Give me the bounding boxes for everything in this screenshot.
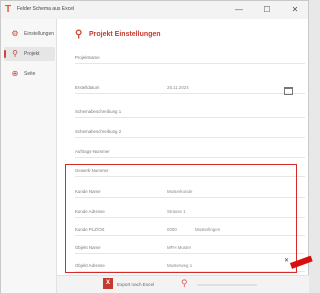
sidebar-item-label: Seite bbox=[24, 71, 36, 77]
settings-icon: ⚙ bbox=[11, 29, 19, 38]
active-indicator bbox=[4, 50, 6, 58]
excel-icon: X bbox=[103, 278, 113, 289]
title-bar[interactable]: T Felder Schema aus Excel — ☐ ✕ bbox=[1, 1, 308, 19]
export-label: Export nach Excel bbox=[117, 282, 155, 287]
progress-bar bbox=[197, 284, 257, 286]
field-label: Schemabeschreibung 2 bbox=[75, 129, 122, 134]
sidebar-item-label: Einstellungen bbox=[24, 31, 55, 37]
field-auftrags-nummer[interactable]: Auftrags-Nummer bbox=[75, 145, 305, 159]
page-title: Projekt Einstellungen bbox=[89, 31, 161, 38]
calendar-icon[interactable] bbox=[284, 87, 293, 95]
date-value[interactable]: 25.11.2024 bbox=[167, 85, 189, 90]
export-excel-button[interactable]: X Export nach Excel bbox=[103, 277, 165, 291]
field-label: Projektname bbox=[75, 55, 100, 60]
field-label: Schemabeschreibung 1 bbox=[75, 109, 122, 114]
clear-icon[interactable]: ✕ bbox=[284, 257, 289, 264]
field-label: Erstelldatum bbox=[75, 85, 100, 90]
add-page-icon: ⊕ bbox=[11, 69, 19, 78]
close-button[interactable]: ✕ bbox=[283, 1, 307, 19]
sidebar-item-label: Projekt bbox=[24, 51, 40, 57]
field-schemabeschreibung-2[interactable]: Schemabeschreibung 2 bbox=[75, 125, 305, 139]
project-icon: ⚲ bbox=[12, 49, 18, 58]
highlight-box bbox=[65, 164, 297, 273]
field-schemabeschreibung-1[interactable]: Schemabeschreibung 1 bbox=[75, 105, 305, 119]
sidebar-item-projekt[interactable]: ⚲ Projekt bbox=[4, 47, 55, 61]
field-label: Auftrags-Nummer bbox=[75, 149, 110, 154]
minimize-button[interactable]: — bbox=[227, 1, 251, 19]
app-logo-icon: T bbox=[5, 4, 12, 15]
sidebar-item-einstellungen[interactable]: ⚙ Einstellungen bbox=[4, 27, 55, 41]
project-icon: ⚲ bbox=[75, 29, 83, 40]
sidebar-item-seite[interactable]: ⊕ Seite bbox=[4, 67, 55, 81]
app-window: T Felder Schema aus Excel — ☐ ✕ ⚙ Einste… bbox=[0, 0, 313, 293]
window-title: Felder Schema aus Excel bbox=[17, 6, 74, 12]
sidebar: ⚙ Einstellungen ⚲ Projekt ⊕ Seite bbox=[1, 19, 57, 293]
project-icon[interactable]: ⚲ bbox=[181, 278, 188, 289]
maximize-button[interactable]: ☐ bbox=[255, 1, 279, 19]
field-projektname[interactable]: Projektname bbox=[75, 51, 305, 65]
field-erstelldatum[interactable]: Erstelldatum 25.11.2024 bbox=[75, 81, 305, 95]
